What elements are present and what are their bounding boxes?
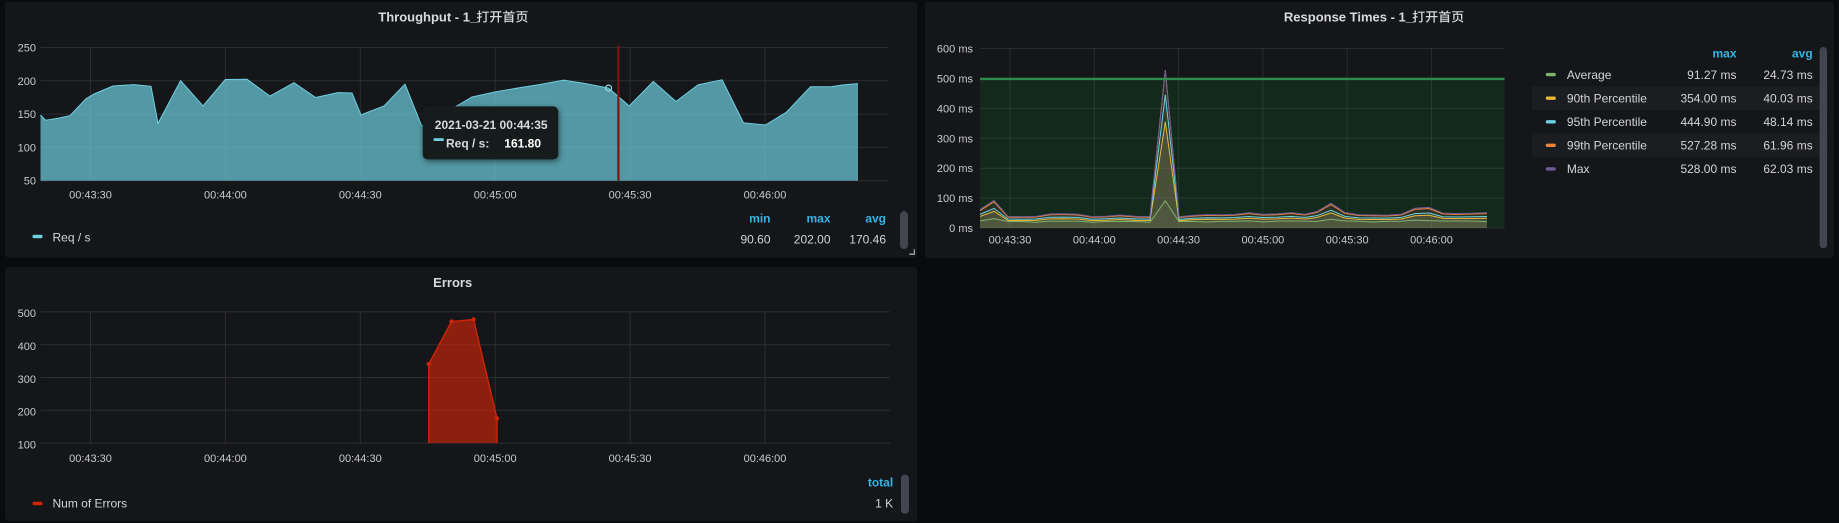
svg-text:48.14 ms: 48.14 ms	[1763, 115, 1812, 129]
svg-text:Throughput - 1_: Throughput - 1_	[378, 10, 478, 25]
svg-text:Max: Max	[1567, 162, 1590, 176]
svg-text:00:46:00: 00:46:00	[1410, 235, 1453, 247]
svg-text:00:45:00: 00:45:00	[474, 453, 517, 465]
svg-text:00:45:30: 00:45:30	[609, 453, 652, 465]
svg-text:00:45:30: 00:45:30	[609, 190, 652, 202]
svg-text:00:43:30: 00:43:30	[69, 190, 112, 202]
svg-text:61.96 ms: 61.96 ms	[1763, 139, 1812, 153]
svg-text:00:44:30: 00:44:30	[339, 190, 382, 202]
svg-text:444.90 ms: 444.90 ms	[1680, 115, 1736, 129]
svg-text:Average: Average	[1567, 68, 1612, 82]
svg-text:max: max	[1712, 47, 1736, 61]
svg-text:0 ms: 0 ms	[949, 223, 973, 235]
svg-text:Num of Errors: Num of Errors	[53, 496, 128, 510]
svg-text:100: 100	[18, 439, 36, 451]
svg-text:200: 200	[18, 407, 36, 419]
svg-text:200: 200	[18, 76, 36, 88]
svg-text:170.46: 170.46	[849, 232, 886, 246]
svg-text:00:44:00: 00:44:00	[204, 453, 247, 465]
svg-text:1 K: 1 K	[875, 497, 893, 511]
svg-text:400: 400	[18, 341, 36, 353]
svg-text:00:44:30: 00:44:30	[339, 453, 382, 465]
svg-text:total: total	[868, 475, 893, 489]
svg-text:100 ms: 100 ms	[937, 193, 974, 205]
svg-text:99th Percentile: 99th Percentile	[1567, 139, 1647, 153]
svg-text:600 ms: 600 ms	[937, 44, 974, 56]
svg-text:2021-03-21 00:44:35: 2021-03-21 00:44:35	[435, 118, 548, 132]
svg-text:Req / s: Req / s	[53, 230, 91, 244]
svg-text:Response Times - 1_: Response Times - 1_	[1284, 10, 1414, 25]
svg-text:00:44:30: 00:44:30	[1157, 235, 1200, 247]
svg-text:50: 50	[24, 176, 36, 188]
svg-text:200 ms: 200 ms	[937, 163, 974, 175]
svg-text:150: 150	[18, 109, 36, 121]
svg-text:95th Percentile: 95th Percentile	[1567, 115, 1647, 129]
svg-text:avg: avg	[1792, 47, 1813, 61]
svg-text:62.03 ms: 62.03 ms	[1763, 162, 1812, 176]
svg-text:00:45:00: 00:45:00	[474, 190, 517, 202]
svg-text:161.80: 161.80	[504, 137, 541, 151]
svg-text:91.27 ms: 91.27 ms	[1687, 68, 1736, 82]
svg-text:300 ms: 300 ms	[937, 133, 974, 145]
svg-text:Req / s:: Req / s:	[446, 137, 489, 151]
svg-text:00:46:00: 00:46:00	[744, 453, 787, 465]
svg-text:500: 500	[18, 308, 36, 320]
svg-text:354.00 ms: 354.00 ms	[1680, 92, 1736, 106]
svg-text:00:46:00: 00:46:00	[744, 190, 787, 202]
svg-text:527.28 ms: 527.28 ms	[1680, 139, 1736, 153]
svg-text:24.73 ms: 24.73 ms	[1763, 68, 1812, 82]
svg-text:avg: avg	[865, 212, 886, 226]
svg-text:202.00: 202.00	[794, 232, 831, 246]
svg-text:min: min	[749, 212, 770, 226]
svg-text:Errors: Errors	[433, 275, 472, 290]
svg-text:00:43:30: 00:43:30	[989, 235, 1032, 247]
svg-text:400 ms: 400 ms	[937, 103, 974, 115]
svg-text:00:44:00: 00:44:00	[1073, 235, 1116, 247]
svg-text:40.03 ms: 40.03 ms	[1763, 92, 1812, 106]
svg-text:00:45:00: 00:45:00	[1241, 235, 1284, 247]
svg-text:90.60: 90.60	[740, 232, 770, 246]
svg-text:00:44:00: 00:44:00	[204, 190, 247, 202]
svg-text:528.00 ms: 528.00 ms	[1680, 162, 1736, 176]
svg-text:90th Percentile: 90th Percentile	[1567, 92, 1647, 106]
svg-text:300: 300	[18, 374, 36, 386]
svg-text:00:45:30: 00:45:30	[1326, 235, 1369, 247]
svg-text:max: max	[806, 212, 830, 226]
svg-text:500 ms: 500 ms	[937, 73, 974, 85]
svg-text:00:43:30: 00:43:30	[69, 453, 112, 465]
svg-text:250: 250	[18, 43, 36, 55]
svg-text:100: 100	[18, 142, 36, 154]
